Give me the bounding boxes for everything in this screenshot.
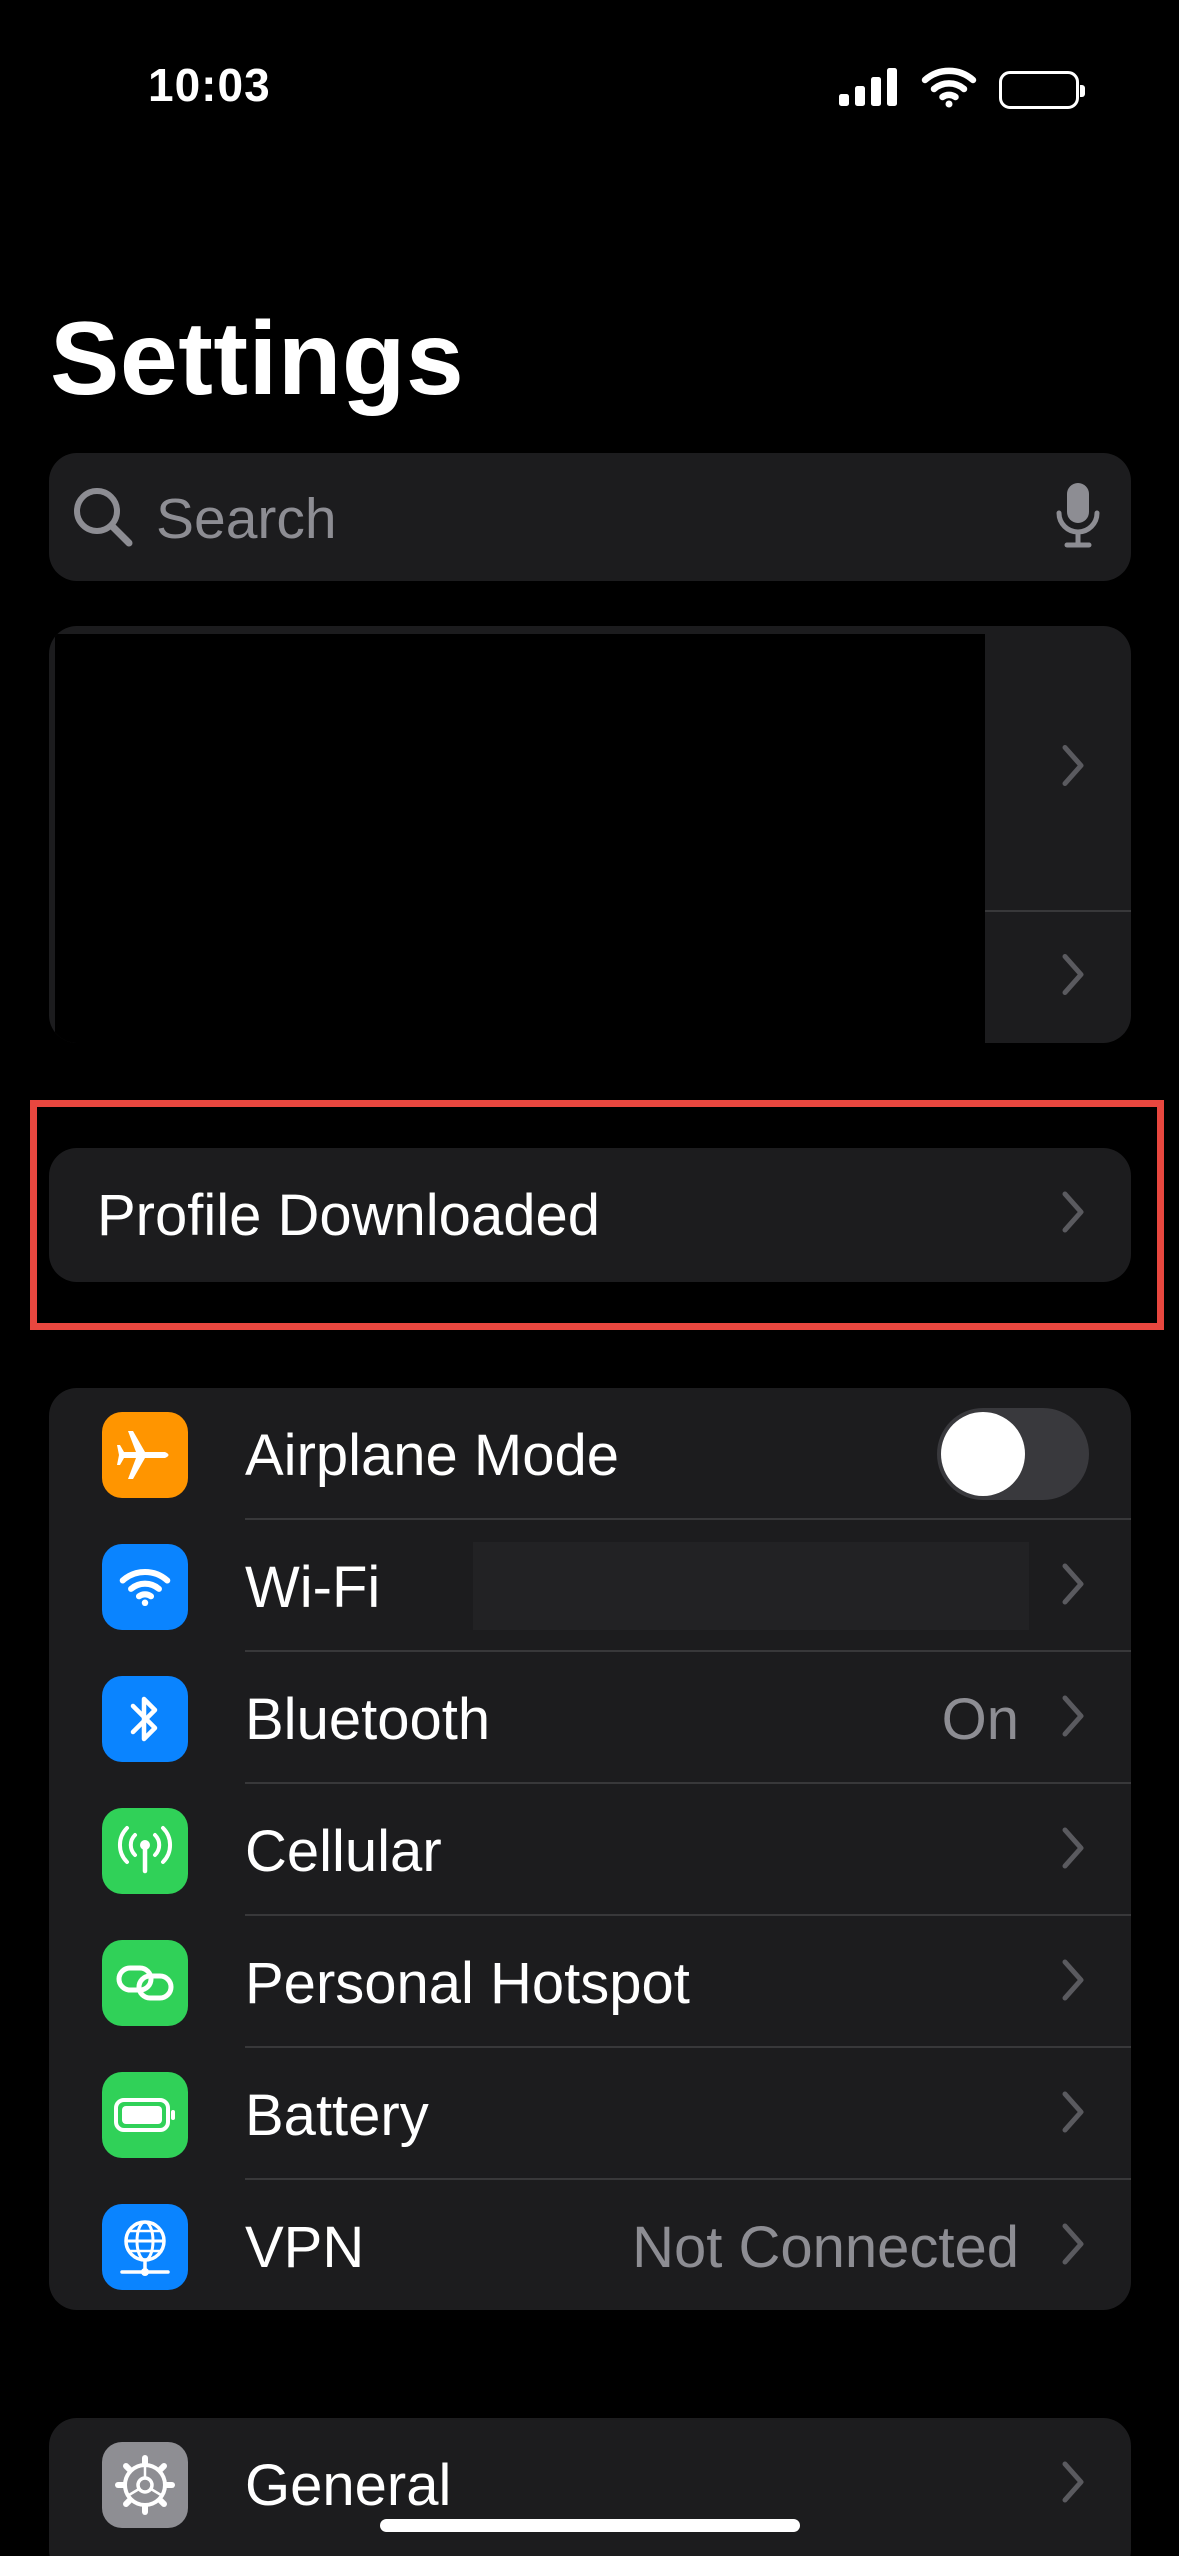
account-secondary-row[interactable] bbox=[985, 910, 1131, 1043]
chevron-right-icon bbox=[1061, 1958, 1085, 2007]
settings-row-label: Airplane Mode bbox=[245, 1423, 619, 1488]
settings-row-battery[interactable]: Battery bbox=[49, 2048, 1131, 2180]
search-placeholder: Search bbox=[156, 487, 337, 551]
cellular-antenna-icon bbox=[102, 1808, 188, 1894]
settings-row-label: Bluetooth bbox=[245, 1687, 491, 1752]
gear-icon bbox=[102, 2442, 188, 2528]
chevron-right-icon bbox=[1061, 952, 1085, 1001]
search-icon bbox=[71, 485, 135, 554]
page-title: Settings bbox=[50, 301, 465, 417]
vpn-globe-icon bbox=[102, 2204, 188, 2290]
apple-account-row[interactable] bbox=[985, 626, 1131, 910]
airplane-mode-toggle[interactable] bbox=[937, 1408, 1089, 1500]
chevron-right-icon bbox=[1061, 2460, 1085, 2509]
cellular-signal-icon bbox=[839, 68, 899, 111]
settings-row-label: Personal Hotspot bbox=[245, 1951, 690, 2016]
connectivity-group: Airplane Mode Wi-Fi Bluetooth On Cellula… bbox=[49, 1388, 1131, 2310]
chevron-right-icon bbox=[1061, 1562, 1085, 1611]
battery-status-icon bbox=[999, 70, 1085, 109]
settings-row-label: General bbox=[245, 2453, 452, 2518]
bluetooth-icon bbox=[102, 1676, 188, 1762]
chevron-right-icon bbox=[1061, 2090, 1085, 2139]
redacted-account-area bbox=[55, 634, 985, 1043]
account-card bbox=[49, 626, 1131, 1043]
microphone-icon[interactable] bbox=[1055, 481, 1101, 556]
search-field[interactable]: Search bbox=[49, 453, 1131, 581]
status-icons bbox=[839, 66, 1085, 113]
hotspot-link-icon bbox=[102, 1940, 188, 2026]
settings-row-label: Cellular bbox=[245, 1819, 442, 1884]
settings-row-airplane-mode: Airplane Mode bbox=[49, 1388, 1131, 1520]
wifi-icon bbox=[102, 1544, 188, 1630]
chevron-right-icon bbox=[1061, 744, 1085, 793]
status-time: 10:03 bbox=[148, 59, 271, 111]
redacted-wifi-network bbox=[473, 1542, 1029, 1630]
settings-row-cellular[interactable]: Cellular bbox=[49, 1784, 1131, 1916]
home-indicator[interactable] bbox=[380, 2519, 800, 2532]
general-group: General bbox=[49, 2418, 1131, 2556]
settings-row-personal-hotspot[interactable]: Personal Hotspot bbox=[49, 1916, 1131, 2048]
airplane-icon bbox=[102, 1412, 188, 1498]
settings-row-label: Battery bbox=[245, 2083, 429, 2148]
settings-row-bluetooth[interactable]: Bluetooth On bbox=[49, 1652, 1131, 1784]
wifi-signal-icon bbox=[921, 66, 977, 113]
chevron-right-icon bbox=[1061, 1694, 1085, 1743]
bluetooth-status-value: On bbox=[941, 1687, 1019, 1752]
settings-screen: 10:03 Settings Search Profile Downloaded… bbox=[0, 0, 1179, 2556]
profile-downloaded-row[interactable]: Profile Downloaded bbox=[49, 1148, 1131, 1282]
chevron-right-icon bbox=[1061, 1826, 1085, 1875]
battery-icon bbox=[102, 2072, 188, 2158]
profile-downloaded-label: Profile Downloaded bbox=[97, 1183, 600, 1248]
chevron-right-icon bbox=[1061, 2222, 1085, 2271]
settings-row-label: Wi-Fi bbox=[245, 1555, 381, 1620]
settings-row-wifi[interactable]: Wi-Fi bbox=[49, 1520, 1131, 1652]
vpn-status-value: Not Connected bbox=[632, 2215, 1019, 2280]
settings-row-label: VPN bbox=[245, 2215, 365, 2280]
chevron-right-icon bbox=[1061, 1190, 1085, 1239]
settings-row-vpn[interactable]: VPN Not Connected bbox=[49, 2180, 1131, 2310]
